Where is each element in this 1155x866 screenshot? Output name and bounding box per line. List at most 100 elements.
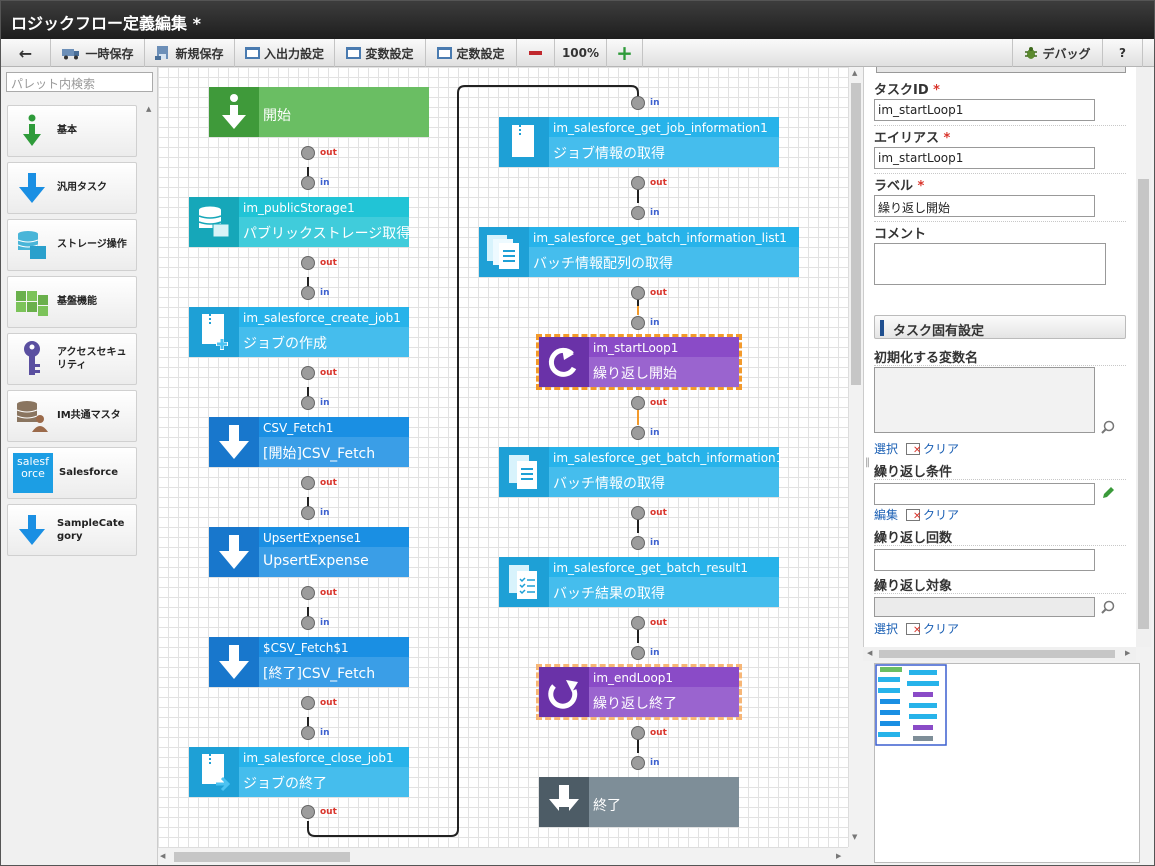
- save-new-label: 新規保存: [175, 46, 224, 61]
- scroll-left-icon[interactable]: ◀: [160, 852, 165, 860]
- port-out[interactable]: [631, 286, 645, 300]
- palette-item-im-master[interactable]: IM共通マスタ: [7, 390, 137, 442]
- node-end[interactable]: 終了: [539, 777, 739, 827]
- palette-item-platform[interactable]: 基盤機能: [7, 276, 137, 328]
- port-in[interactable]: [301, 616, 315, 630]
- loop-cond-edit-link[interactable]: 編集: [874, 506, 898, 523]
- const-settings-button[interactable]: 定数設定: [426, 39, 517, 67]
- port-in[interactable]: [631, 756, 645, 770]
- search-icon[interactable]: [1101, 419, 1115, 438]
- node-start[interactable]: 開始: [209, 87, 429, 137]
- port-in[interactable]: [301, 726, 315, 740]
- node-csv-fetch-end[interactable]: $CSV_Fetch$1 [終了]CSV_Fetch: [209, 637, 409, 687]
- save-temp-button[interactable]: 一時保存: [51, 39, 145, 67]
- zoom-in-button[interactable]: +: [607, 39, 643, 67]
- palette-item-sample-category[interactable]: SampleCategory: [7, 504, 137, 556]
- comment-textarea[interactable]: [874, 243, 1106, 285]
- node-upsert-expense[interactable]: UpsertExpense1 UpsertExpense: [209, 527, 409, 577]
- node-create-job[interactable]: im_salesforce_create_job1 ジョブの作成: [189, 307, 409, 357]
- loop-target-select-link[interactable]: 選択: [874, 620, 898, 637]
- node-public-storage[interactable]: im_publicStorage1 パブリックストレージ取得: [189, 197, 409, 247]
- var-settings-button[interactable]: 変数設定: [335, 39, 426, 67]
- properties-horizontal-scrollbar[interactable]: ◀ ▶: [863, 647, 1136, 661]
- node-get-job-info[interactable]: im_salesforce_get_job_information1 ジョブ情報…: [499, 117, 779, 167]
- flow-canvas[interactable]: 開始 im_publicStorage1 パブリックストレージ取得 im_sal…: [158, 67, 848, 847]
- port-out[interactable]: [301, 146, 315, 160]
- node-id-label: im_publicStorage1: [243, 201, 355, 215]
- help-button[interactable]: ?: [1102, 39, 1142, 67]
- palette-scroll-up-icon[interactable]: ▲: [146, 105, 151, 113]
- port-in[interactable]: [631, 426, 645, 440]
- io-settings-button[interactable]: 入出力設定: [235, 39, 335, 67]
- port-label: out: [320, 478, 337, 488]
- loop-cond-input[interactable]: [874, 483, 1095, 505]
- zoom-out-button[interactable]: [517, 39, 555, 67]
- port-in[interactable]: [631, 646, 645, 660]
- loop-cond-clear-button[interactable]: クリア: [906, 506, 959, 523]
- init-var-clear-button[interactable]: クリア: [906, 440, 959, 457]
- properties-scrollbar[interactable]: [1136, 67, 1151, 647]
- scroll-thumb[interactable]: [851, 83, 861, 385]
- port-out[interactable]: [301, 256, 315, 270]
- task-id-input[interactable]: im_startLoop1: [874, 99, 1095, 121]
- port-out[interactable]: [301, 586, 315, 600]
- init-var-textarea[interactable]: [874, 367, 1095, 433]
- port-out[interactable]: [631, 506, 645, 520]
- save-new-button[interactable]: 新規保存: [145, 39, 235, 67]
- node-get-batch-result[interactable]: im_salesforce_get_batch_result1 バッチ結果の取得: [499, 557, 779, 607]
- port-out[interactable]: [301, 805, 315, 819]
- scroll-up-icon[interactable]: ▲: [852, 69, 857, 77]
- search-icon[interactable]: [1101, 599, 1115, 618]
- port-out[interactable]: [631, 616, 645, 630]
- palette-item-basic[interactable]: 基本: [7, 105, 137, 157]
- scroll-thumb[interactable]: [1138, 179, 1149, 629]
- back-button[interactable]: ←: [1, 39, 51, 67]
- port-out[interactable]: [631, 396, 645, 410]
- node-get-batch-info[interactable]: im_salesforce_get_batch_information1 バッチ…: [499, 447, 783, 497]
- alias-input[interactable]: im_startLoop1: [874, 147, 1095, 169]
- node-get-batch-info-list[interactable]: im_salesforce_get_batch_information_list…: [479, 227, 799, 277]
- palette-item-access-security[interactable]: アクセスセキュリティ: [7, 333, 137, 385]
- port-out[interactable]: [301, 696, 315, 710]
- port-in[interactable]: [301, 396, 315, 410]
- canvas-vertical-scrollbar[interactable]: ▲ ▼: [848, 67, 862, 847]
- port-out[interactable]: [631, 726, 645, 740]
- palette-item-general-task[interactable]: 汎用タスク: [7, 162, 137, 214]
- toolbar-edge: [1142, 39, 1154, 67]
- palette-item-label: Salesforce: [59, 467, 118, 479]
- pencil-icon[interactable]: [1101, 485, 1115, 504]
- node-csv-fetch[interactable]: CSV_Fetch1 [開始]CSV_Fetch: [209, 417, 409, 467]
- minimap[interactable]: [874, 663, 1140, 863]
- node-close-job[interactable]: im_salesforce_close_job1 ジョブの終了: [189, 747, 409, 797]
- port-in[interactable]: [301, 286, 315, 300]
- port-in[interactable]: [301, 506, 315, 520]
- port-out[interactable]: [301, 366, 315, 380]
- init-var-select-link[interactable]: 選択: [874, 440, 898, 457]
- splitter-handle[interactable]: ‖: [865, 457, 870, 468]
- label-input[interactable]: 繰り返し開始: [874, 195, 1095, 217]
- scroll-down-icon[interactable]: ▼: [852, 833, 857, 841]
- port-out[interactable]: [301, 476, 315, 490]
- loop-target-input[interactable]: [874, 597, 1095, 617]
- palette-search-input[interactable]: パレット内検索: [6, 72, 153, 92]
- scroll-thumb[interactable]: [174, 852, 350, 862]
- palette-item-salesforce[interactable]: salesforce Salesforce: [7, 447, 137, 499]
- loop-count-input[interactable]: [874, 549, 1095, 571]
- scroll-left-icon[interactable]: ◀: [867, 649, 872, 657]
- port-in[interactable]: [301, 176, 315, 190]
- port-in[interactable]: [631, 206, 645, 220]
- port-in[interactable]: [631, 316, 645, 330]
- palette-item-storage[interactable]: ストレージ操作: [7, 219, 137, 271]
- port-out[interactable]: [631, 176, 645, 190]
- debug-button[interactable]: デバッグ: [1012, 39, 1102, 67]
- down-arrow-icon: [209, 637, 259, 687]
- node-start-loop[interactable]: im_startLoop1 繰り返し開始: [536, 334, 742, 390]
- loop-target-clear-button[interactable]: クリア: [906, 620, 959, 637]
- canvas-horizontal-scrollbar[interactable]: ◀ ▶: [158, 847, 848, 865]
- scroll-right-icon[interactable]: ▶: [1125, 649, 1130, 657]
- port-in[interactable]: [631, 536, 645, 550]
- scroll-right-icon[interactable]: ▶: [836, 852, 841, 860]
- node-end-loop[interactable]: im_endLoop1 繰り返し終了: [536, 664, 742, 720]
- port-in[interactable]: [631, 96, 645, 110]
- scroll-thumb[interactable]: [879, 650, 1115, 658]
